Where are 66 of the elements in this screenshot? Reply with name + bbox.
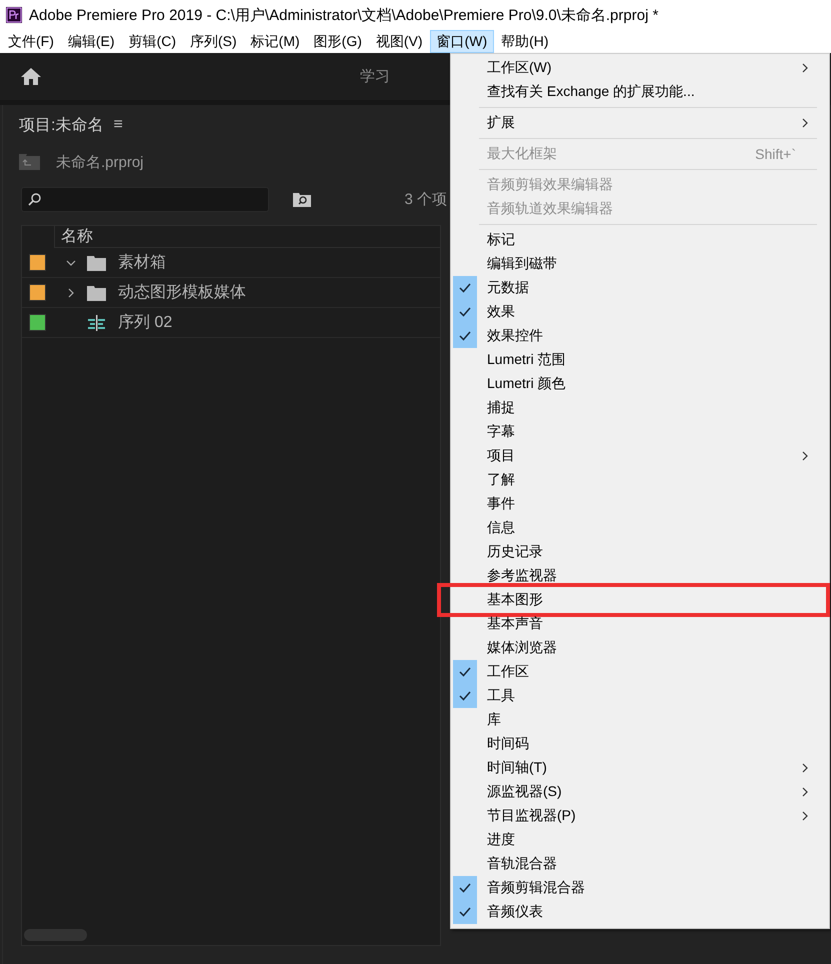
menu-item[interactable]: 工作区 [453,660,827,684]
search-field[interactable] [21,186,269,212]
menu-item[interactable]: 项目 [453,444,827,468]
menu-item[interactable]: Lumetri 颜色 [453,372,827,396]
folder-search-icon[interactable] [293,192,311,206]
project-item-name[interactable]: 动态图形模板媒体 [118,282,246,303]
folder-icon [87,284,106,300]
search-icon [28,192,41,206]
menu-item[interactable]: 效果控件 [453,324,827,348]
item-count: 3 个项 [404,190,447,208]
menu-item[interactable]: 媒体浏览器 [453,636,827,660]
menu-item[interactable]: 库 [453,708,827,732]
menu-item[interactable]: Lumetri 范围 [453,348,827,372]
menu-item[interactable]: 时间轴(T) [453,756,827,780]
menu-item[interactable]: 捕捉 [453,396,827,420]
menu-bar-item[interactable]: 剪辑(C) [122,30,183,53]
window-title: Adobe Premiere Pro 2019 - C:\用户\Administrator\文档\Adobe\Premiere Pro\9.0\未命名.prproj * [29,6,658,24]
menu-item[interactable]: 源监视器(S) [453,780,827,804]
menu-bar-item[interactable]: 窗口(W) [430,30,494,53]
menu-item[interactable]: 音频仪表 [453,900,827,924]
menu-item[interactable]: 工具 [453,684,827,708]
menu-bar-item[interactable]: 视图(V) [368,30,430,53]
menu-item[interactable]: 工作区(W) [453,56,827,80]
menu-bar-item[interactable]: 文件(F) [1,30,61,53]
menu-item[interactable]: 音频剪辑混合器 [453,876,827,900]
folder-up-icon[interactable] [19,154,40,170]
label-color-swatch[interactable] [29,284,46,301]
panel-title[interactable]: 项目:未命名 [19,114,104,136]
menu-item[interactable]: 节目监视器(P) [453,804,827,828]
menu-item[interactable]: 音轨混合器 [453,852,827,876]
home-icon[interactable] [20,67,42,86]
label-color-swatch[interactable] [29,314,46,331]
menu-item[interactable]: 查找有关 Exchange 的扩展功能... [453,80,827,104]
menu-item[interactable]: 字幕 [453,420,827,444]
workspace-tab[interactable]: 学习 [360,67,390,86]
panel-menu-button[interactable]: ≡ [113,116,123,134]
menu-item[interactable]: 编辑到磁带 [453,252,827,276]
project-item-name[interactable]: 序列 02 [118,312,172,333]
project-file-name: 未命名.prproj [56,152,144,172]
shortcut-label: Shift+` [755,146,796,162]
menu-item[interactable]: 信息 [453,516,827,540]
menu-item[interactable]: 时间码 [453,732,827,756]
menu-item[interactable]: 事件 [453,492,827,516]
menu-bar-item[interactable]: 编辑(E) [60,30,122,53]
menu-item[interactable]: 基本图形 [453,588,827,612]
project-item-name[interactable]: 素材箱 [118,252,166,273]
menu-item[interactable]: 历史记录 [453,540,827,564]
menu-bar-item[interactable]: 序列(S) [183,30,244,53]
menu-item[interactable]: 元数据 [453,276,827,300]
menu-bar-item[interactable]: 图形(G) [306,30,369,53]
menu-item[interactable]: 效果 [453,300,827,324]
menu-item[interactable]: 参考监视器 [453,564,827,588]
menu-item[interactable]: 基本声音 [453,612,827,636]
menu-item[interactable]: 进度 [453,828,827,852]
menu-item[interactable]: 标记 [453,228,827,252]
column-header[interactable]: 名称 [54,226,440,248]
folder-icon [87,254,106,270]
menu-bar-item[interactable]: 帮助(H) [494,30,556,53]
app-logo-icon [6,7,22,23]
sequence-icon [87,314,106,330]
menu-item[interactable]: 了解 [453,468,827,492]
chevron-right-icon[interactable] [66,288,76,298]
menu-bar-item[interactable]: 标记(M) [244,30,307,53]
chevron-down-icon[interactable] [66,258,76,268]
menu-item[interactable]: 扩展 [453,111,827,135]
label-color-swatch[interactable] [29,254,46,271]
